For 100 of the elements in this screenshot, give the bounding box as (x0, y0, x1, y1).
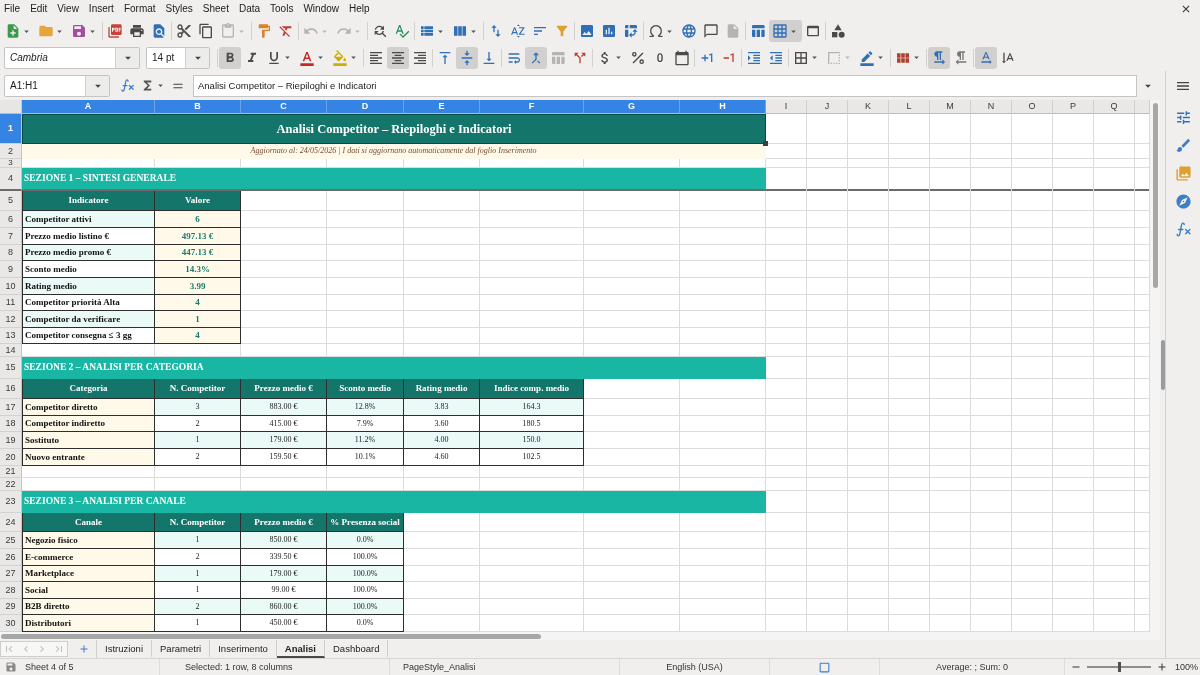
row-header[interactable]: 29 (0, 599, 22, 615)
horizontal-scrollbar[interactable] (0, 632, 1160, 640)
row-header[interactable]: 6 (0, 211, 22, 228)
column-header[interactable]: F (480, 100, 584, 114)
sidebar-resize-handle[interactable] (1160, 339, 1165, 390)
column-header[interactable]: H (680, 100, 766, 114)
sheet-tab[interactable]: Istruzioni (97, 640, 152, 658)
row-header[interactable]: 16 (0, 379, 22, 399)
sheet-tab[interactable]: Analisi (276, 640, 325, 658)
cell-grid[interactable] (0, 100, 1150, 632)
plus-icon (78, 643, 90, 655)
folder-icon (38, 23, 54, 39)
table-cell: 4 (155, 328, 241, 344)
table-header-cell: N. Competitor (155, 513, 241, 532)
column-header[interactable]: P (1053, 100, 1094, 114)
sum-summary: Average: ; Sum: 0 (936, 662, 1008, 672)
row-header[interactable]: 17 (0, 399, 22, 416)
menu-item[interactable]: Window (303, 0, 339, 18)
column-header[interactable]: B (155, 100, 241, 114)
zoom-slider-thumb[interactable] (1118, 662, 1121, 672)
row-header[interactable]: 1 (0, 114, 22, 144)
row-header[interactable]: 24 (0, 513, 22, 532)
zoom-percentage[interactable]: 100% (1175, 662, 1199, 672)
square-outline-icon[interactable] (818, 660, 831, 674)
table-header-cell: Valore (155, 191, 241, 211)
column-header[interactable]: G (584, 100, 680, 114)
menu-item[interactable]: Insert (88, 0, 114, 18)
row-header[interactable]: 9 (0, 261, 22, 278)
row-header[interactable]: 13 (0, 328, 22, 344)
table-cell: Competitor indiretto (22, 416, 155, 432)
bold-button[interactable] (219, 46, 241, 69)
menu-item[interactable]: Edit (30, 0, 48, 18)
sheet-tab[interactable]: Inserimento (210, 640, 277, 658)
column-header[interactable]: Q (1094, 100, 1135, 114)
omega-icon (648, 23, 664, 39)
row-header[interactable]: 21 (0, 466, 22, 478)
column-header[interactable]: I (766, 100, 807, 114)
row-header[interactable]: 15 (0, 357, 22, 379)
column-header[interactable]: K (848, 100, 889, 114)
row-header[interactable]: 12 (0, 311, 22, 328)
menu-item[interactable]: File (4, 0, 21, 18)
align-center-button[interactable] (387, 46, 409, 69)
row-header[interactable]: 25 (0, 532, 22, 549)
function-wizard-button[interactable] (119, 78, 136, 93)
table-cell: 10.1% (327, 449, 404, 466)
name-box[interactable]: A1:H1 (4, 74, 110, 97)
column-header[interactable]: D (327, 100, 404, 114)
scrollbar-thumb[interactable] (1, 633, 541, 639)
row-header[interactable]: 11 (0, 295, 22, 311)
row-header[interactable]: 23 (0, 491, 22, 513)
column-header[interactable]: L (889, 100, 930, 114)
merge-center-button[interactable] (525, 46, 547, 69)
row-header[interactable]: 5 (0, 191, 22, 211)
row-header[interactable]: 4 (0, 168, 22, 191)
row-header[interactable]: 22 (0, 478, 22, 491)
row-header[interactable]: 27 (0, 566, 22, 582)
menu-item[interactable]: Format (123, 0, 156, 18)
column-header[interactable]: O (1012, 100, 1053, 114)
sheet-tab[interactable]: Dashboard (325, 640, 389, 658)
column-header[interactable]: N (971, 100, 1012, 114)
row-header[interactable]: 14 (0, 344, 22, 357)
table-cell: 12.8% (327, 399, 404, 416)
row-header[interactable]: 28 (0, 582, 22, 599)
column-header[interactable]: C (241, 100, 327, 114)
column-header[interactable]: M (930, 100, 971, 114)
column-header[interactable]: J (807, 100, 848, 114)
fill-handle[interactable] (763, 141, 768, 146)
row-header[interactable]: 8 (0, 245, 22, 261)
row-header[interactable]: 2 (0, 144, 22, 159)
table-cell: 1 (155, 566, 241, 582)
table-cell: 1 (155, 432, 241, 449)
row-header[interactable]: 7 (0, 228, 22, 245)
row-header[interactable]: 26 (0, 549, 22, 566)
row-header[interactable]: 18 (0, 416, 22, 432)
row-header[interactable]: 19 (0, 432, 22, 449)
row-header[interactable]: 20 (0, 449, 22, 466)
column-header[interactable]: E (404, 100, 480, 114)
language-indicator[interactable]: English (USA) (666, 662, 723, 672)
row-header[interactable]: 30 (0, 615, 22, 632)
center-vertically-button[interactable] (456, 46, 478, 69)
globe-icon (681, 23, 697, 39)
left-to-right-button[interactable] (928, 46, 950, 69)
text-left-to-right-button[interactable] (975, 46, 997, 69)
table-cell: Marketplace (22, 566, 155, 582)
menu-item[interactable]: Data (238, 0, 261, 18)
scrollbar-thumb[interactable] (1152, 103, 1158, 288)
formula-input[interactable]: Analisi Competitor – Riepiloghi e Indicatori (193, 74, 1137, 97)
page-style[interactable]: PageStyle_Analisi (403, 662, 476, 672)
menu-item[interactable]: Styles (165, 0, 193, 18)
menu-item[interactable]: View (57, 0, 79, 18)
row-header[interactable]: 10 (0, 278, 22, 295)
sheet-tab[interactable]: Parametri (152, 640, 211, 658)
menu-item[interactable]: Help (349, 0, 370, 18)
menu-item[interactable]: Tools (270, 0, 294, 18)
menu-item[interactable]: Sheet (202, 0, 229, 18)
font-size-field[interactable]: 14 pt (146, 46, 210, 69)
table-cell: Sostituto (22, 432, 155, 449)
vertical-scrollbar[interactable] (1150, 100, 1160, 632)
column-header[interactable]: A (22, 100, 155, 114)
font-name-field[interactable]: Cambria (4, 46, 140, 69)
